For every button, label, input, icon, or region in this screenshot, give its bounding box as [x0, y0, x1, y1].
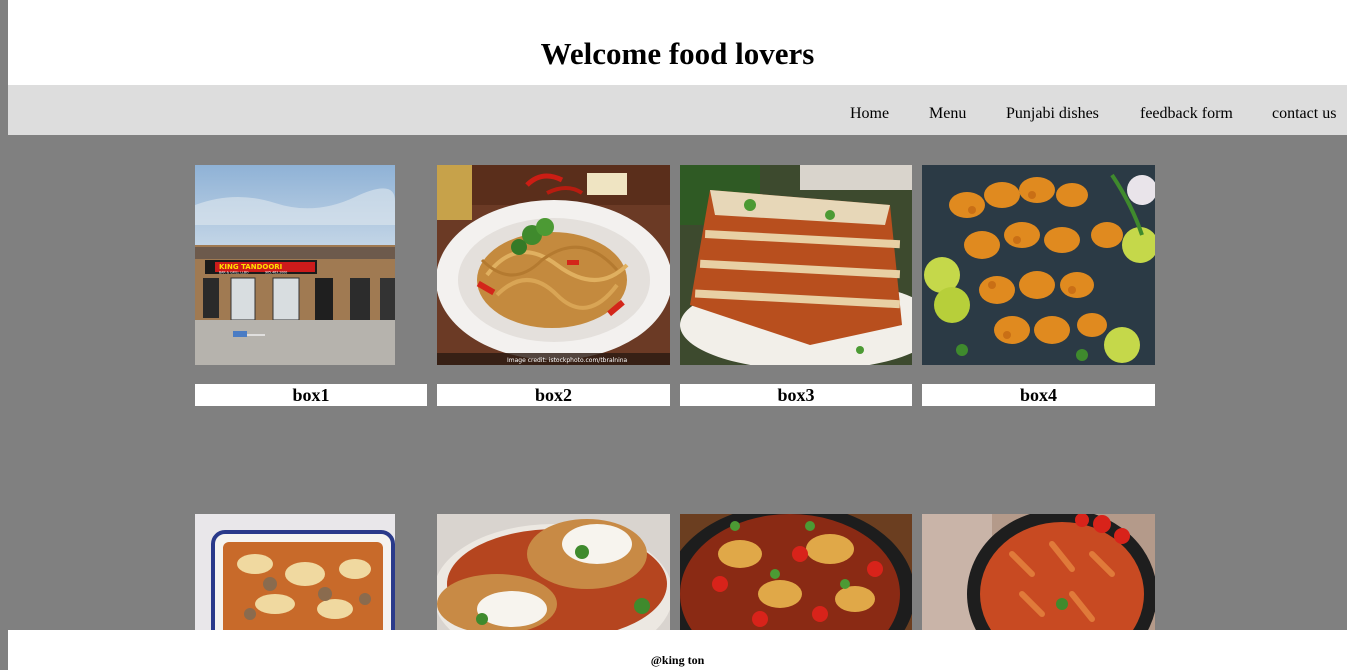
box7-image: [680, 514, 912, 630]
store-phone-text: 905.463.2000: [265, 271, 287, 275]
box4-label: box4: [922, 384, 1155, 406]
box4-image: [922, 165, 1155, 365]
box6-image: [437, 514, 670, 630]
header: Welcome food lovers: [8, 0, 1347, 85]
box5-image: [195, 514, 395, 630]
box3-label: box3: [680, 384, 912, 406]
page-left-edge: [0, 0, 8, 670]
page-title: Welcome food lovers: [540, 36, 815, 71]
footer-text: @king ton: [650, 653, 705, 667]
store-sign-subtext: BAR & GRILL LLBO: [219, 271, 249, 275]
nav-contact-us[interactable]: contact us: [1272, 105, 1336, 123]
box8-image: [922, 514, 1155, 630]
box2-label: box2: [437, 384, 670, 406]
nav-punjabi-dishes[interactable]: Punjabi dishes: [1006, 105, 1099, 123]
nav-bar: Home Menu Punjabi dishes feedback form c…: [8, 85, 1347, 135]
nav-feedback-form[interactable]: feedback form: [1140, 105, 1233, 123]
box3-image: [680, 165, 912, 365]
nav-menu[interactable]: Menu: [929, 105, 966, 123]
footer: @king ton: [8, 630, 1347, 670]
nav-home[interactable]: Home: [850, 105, 889, 123]
image-credit-text: Image credit: istockphoto.com/tbralnina: [507, 357, 628, 364]
box1-image: KING TANDOORI BAR & GRILL LLBO 905.463.2…: [195, 165, 395, 365]
box2-image: Image credit: istockphoto.com/tbralnina: [437, 165, 670, 365]
box1-label: box1: [195, 384, 427, 406]
